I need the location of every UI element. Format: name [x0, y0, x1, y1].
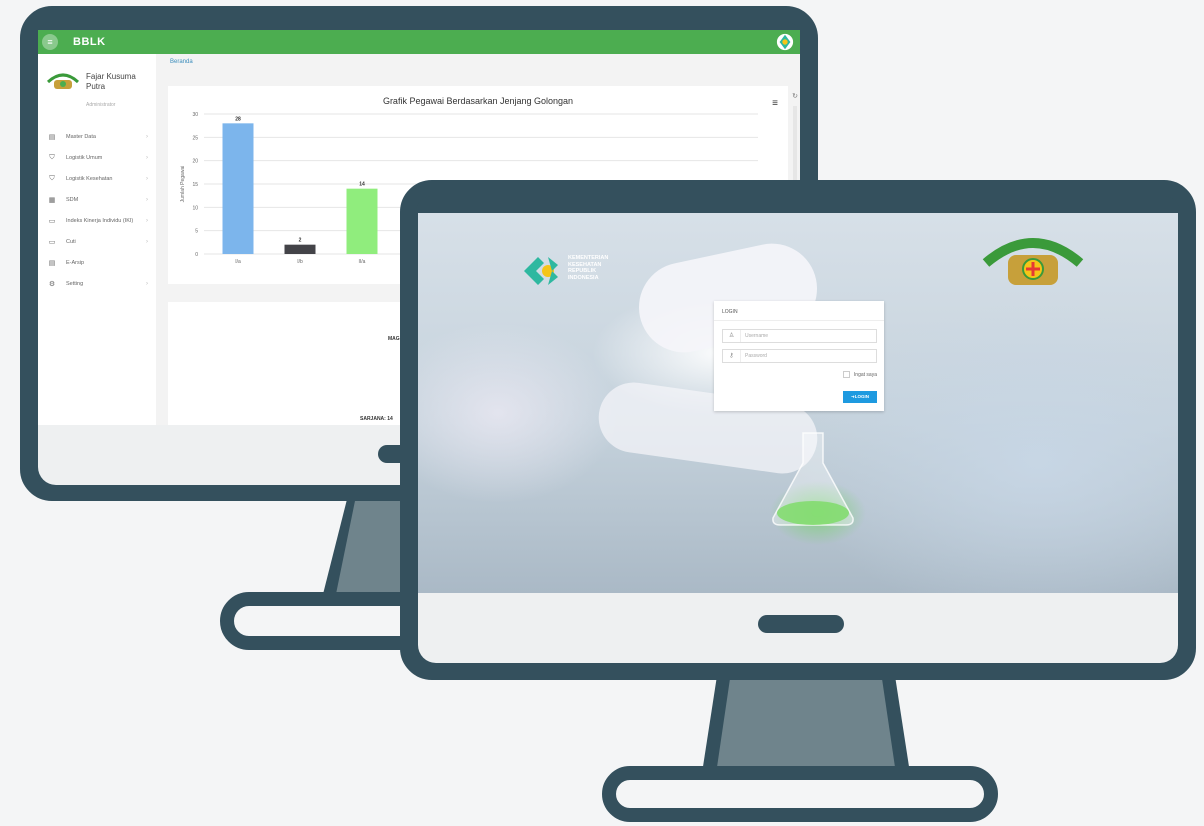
bar: [284, 244, 316, 254]
y-tick-label: 10: [192, 205, 198, 211]
sidebar: Fajar Kusuma Putra Administrator ▤ Master…: [38, 54, 156, 425]
sidebar-menu: ▤ Master Data › ⛉ Logistik Umum › ⛉ Logistik …: [38, 126, 156, 294]
password-placeholder: Password: [745, 353, 767, 359]
sidebar-item-label: Cuti: [66, 238, 76, 245]
sidebar-item-label: Indeks Kinerja Individu (IKI): [66, 217, 134, 224]
calendar-icon: ▭: [48, 217, 56, 225]
bblk-logo-icon: [982, 238, 1084, 285]
y-tick-label: 0: [195, 252, 198, 258]
username-field[interactable]: ♙ Username: [722, 329, 877, 343]
sidebar-item-cuti[interactable]: ▭ Cuti ›: [38, 231, 156, 252]
login-screen: KEMENTERIAN KESEHATAN REPUBLIK INDONESIA…: [418, 213, 1178, 593]
kemkes-text-line: KEMENTERIAN: [568, 255, 609, 261]
sidebar-item-label: Setting: [66, 280, 84, 287]
bblk-logo-icon: [46, 73, 80, 89]
y-tick-label: 20: [192, 159, 198, 165]
y-axis-label: Jumlah Pegawai: [180, 166, 186, 203]
database-icon: ▤: [48, 133, 56, 141]
remember-label: Ingat saya: [853, 371, 877, 378]
chevron-right-icon: ›: [146, 238, 148, 245]
kemkes-logo-text: KEMENTERIAN KESEHATAN REPUBLIK INDONESIA: [568, 255, 608, 281]
chevron-right-icon: ›: [146, 133, 148, 140]
breadcrumb[interactable]: Beranda: [170, 59, 193, 65]
sidebar-item-e-arsip[interactable]: ▤ E-Arsip: [38, 252, 156, 273]
x-tick-label: II/a: [359, 259, 366, 265]
front-monitor-chin: [418, 593, 1178, 663]
sidebar-item-iki[interactable]: ▭ Indeks Kinerja Individu (IKI) ›: [38, 210, 156, 231]
archive-icon: ▤: [48, 259, 56, 267]
y-tick-label: 30: [192, 112, 198, 118]
gear-icon: ⚙: [48, 280, 56, 288]
calendar-icon: ▭: [48, 238, 56, 246]
front-monitor: KEMENTERIAN KESEHATAN REPUBLIK INDONESIA…: [400, 180, 1196, 680]
sidebar-item-sdm[interactable]: ▦ SDM ›: [38, 189, 156, 210]
chart-menu-icon[interactable]: ≡: [772, 98, 778, 109]
sidebar-item-logistik-umum[interactable]: ⛉ Logistik Umum ›: [38, 147, 156, 168]
pie-label-sarjana: SARJANA: 14: [360, 416, 393, 422]
login-button[interactable]: ➜LOGIN: [843, 391, 877, 403]
y-tick-label: 5: [195, 229, 198, 235]
sidebar-item-logistik-kesehatan[interactable]: ⛉ Logistik Kesehatan ›: [38, 168, 156, 189]
sidebar-item-label: Master Data: [66, 133, 96, 140]
sidebar-item-master-data[interactable]: ▤ Master Data ›: [38, 126, 156, 147]
chevron-right-icon: ›: [146, 217, 148, 224]
sidebar-item-label: Logistik Umum: [66, 154, 103, 161]
chevron-right-icon: ›: [146, 196, 148, 203]
monitor-logo-pill: [758, 615, 844, 633]
user-profile: Fajar Kusuma Putra Administrator: [46, 70, 156, 118]
chevron-right-icon: ›: [146, 280, 148, 287]
bar: [346, 188, 378, 254]
people-icon: ▦: [48, 196, 56, 204]
login-button-label: LOGIN: [854, 394, 870, 399]
sidebar-item-label: SDM: [66, 196, 79, 203]
y-tick-label: 25: [192, 135, 198, 141]
profile-name: Fajar Kusuma Putra: [86, 72, 136, 91]
chevron-right-icon: ›: [146, 154, 148, 161]
data-label: 28: [235, 116, 241, 122]
box-icon: ⛉: [49, 153, 55, 161]
kemkes-text-line: INDONESIA: [568, 274, 599, 281]
sidebar-item-label: E-Arsip: [66, 259, 85, 266]
x-tick-label: I/a: [235, 259, 241, 265]
bar: [222, 123, 254, 254]
password-field[interactable]: ⚷ Password: [722, 349, 877, 363]
top-navbar: ≡ BBLK: [38, 30, 800, 54]
app-title: BBLK: [73, 36, 106, 48]
data-label: 14: [359, 182, 365, 188]
username-placeholder: Username: [745, 333, 769, 339]
medical-box-icon: ⛉: [49, 174, 55, 182]
sidebar-item-setting[interactable]: ⚙ Setting ›: [38, 273, 156, 294]
kemkes-logo-icon: [776, 33, 794, 51]
kemkes-logo: KEMENTERIAN KESEHATAN REPUBLIK INDONESIA: [518, 251, 648, 291]
data-label: 2: [299, 238, 302, 244]
profile-role: Administrator: [86, 102, 116, 108]
chevron-right-icon: ›: [146, 175, 148, 182]
pie-label-top: MAG: [388, 336, 400, 342]
x-tick-label: I/b: [297, 259, 303, 265]
login-header: LOGIN: [714, 301, 884, 321]
login-form: LOGIN ♙ Username ⚷ Password Ingat saya ➜…: [714, 301, 884, 411]
sidebar-item-label: Logistik Kesehatan: [66, 175, 113, 182]
refresh-icon[interactable]: ↻: [792, 92, 798, 100]
hamburger-icon[interactable]: ≡: [42, 34, 58, 50]
front-monitor-base: [602, 766, 998, 822]
remember-checkbox[interactable]: [842, 371, 850, 378]
kemkes-logo-icon: [524, 257, 558, 285]
user-icon: ♙: [723, 330, 741, 342]
y-tick-label: 15: [192, 182, 198, 188]
flask-image: [772, 432, 854, 526]
remember-me[interactable]: Ingat saya: [842, 371, 877, 378]
key-icon: ⚷: [723, 350, 741, 362]
